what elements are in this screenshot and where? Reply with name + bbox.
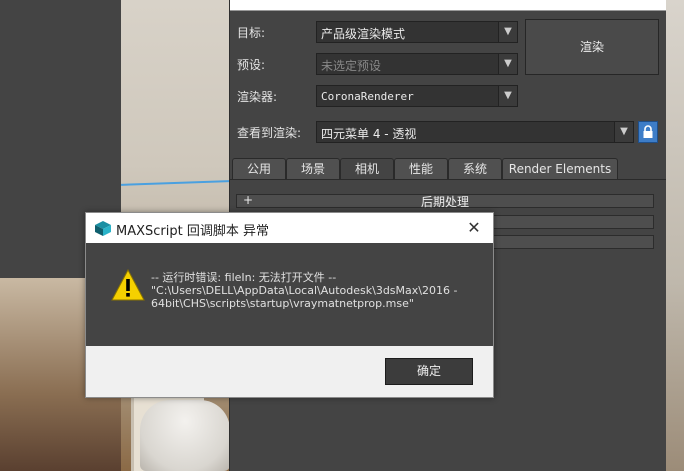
chevron-down-icon: ▼ — [498, 86, 517, 106]
tab-scene[interactable]: 场景 — [286, 158, 340, 180]
tab-camera[interactable]: 相机 — [340, 158, 394, 180]
viewport-scene-right — [665, 0, 684, 471]
dialog-title: MAXScript 回调脚本 异常 — [116, 224, 269, 239]
dialog-footer: 确定 — [86, 346, 493, 397]
ok-button[interactable]: 确定 — [385, 358, 473, 385]
chevron-down-icon: ▼ — [498, 54, 517, 74]
view-to-render-label: 查看到渲染: — [237, 126, 302, 140]
renderer-dropdown[interactable]: CoronaRenderer ▼ — [316, 85, 518, 107]
target-dropdown[interactable]: 产品级渲染模式 ▼ — [316, 21, 518, 43]
preset-label: 预设: — [237, 58, 266, 72]
render-setup-tabs: 公用 场景 相机 性能 系统 Render Elements — [230, 158, 666, 180]
viewport-guide-line — [120, 180, 230, 186]
render-setup-titlebar — [230, 0, 666, 11]
render-button[interactable]: 渲染 — [525, 19, 659, 75]
chevron-down-icon: ▼ — [614, 122, 633, 142]
target-value: 产品级渲染模式 — [321, 27, 406, 41]
error-line: "C:\Users\DELL\AppData\Local\Autodesk\3d… — [151, 284, 458, 297]
scene-armchair — [140, 400, 230, 471]
maxscript-error-dialog: MAXScript 回调脚本 异常 ✕ -- 运行时错误: fileIn: 无法… — [85, 212, 494, 398]
dialog-titlebar: MAXScript 回调脚本 异常 ✕ — [86, 213, 493, 243]
preset-value: 未选定预设 — [321, 59, 382, 73]
tab-common[interactable]: 公用 — [232, 158, 286, 180]
view-to-render-value: 四元菜单 4 - 透视 — [321, 127, 417, 141]
renderer-value: CoronaRenderer — [321, 90, 414, 103]
lock-view-button[interactable] — [638, 121, 658, 143]
chevron-down-icon: ▼ — [498, 22, 517, 42]
tab-performance[interactable]: 性能 — [394, 158, 448, 180]
close-icon[interactable]: ✕ — [463, 217, 485, 239]
rollout-postprocess[interactable]: + 后期处理 — [236, 193, 654, 209]
warning-icon — [111, 269, 145, 301]
error-line: -- 运行时错误: fileIn: 无法打开文件 -- — [151, 271, 337, 284]
renderer-label: 渲染器: — [237, 90, 278, 104]
error-line: 64bit\CHS\scripts\startup\vraymatnetprop… — [151, 297, 414, 310]
target-label: 目标: — [237, 26, 266, 40]
tab-render-elements[interactable]: Render Elements — [502, 158, 618, 180]
3dsmax-logo-icon — [95, 221, 111, 236]
tab-system[interactable]: 系统 — [448, 158, 502, 180]
lock-icon — [643, 125, 653, 138]
rollout-postprocess-label: 后期处理 — [420, 195, 469, 209]
tab-divider — [230, 179, 666, 180]
error-message: -- 运行时错误: fileIn: 无法打开文件 -- "C:\Users\DE… — [151, 271, 481, 310]
view-to-render-dropdown[interactable]: 四元菜单 4 - 透视 ▼ — [316, 121, 634, 143]
preset-dropdown[interactable]: 未选定预设 ▼ — [316, 53, 518, 75]
